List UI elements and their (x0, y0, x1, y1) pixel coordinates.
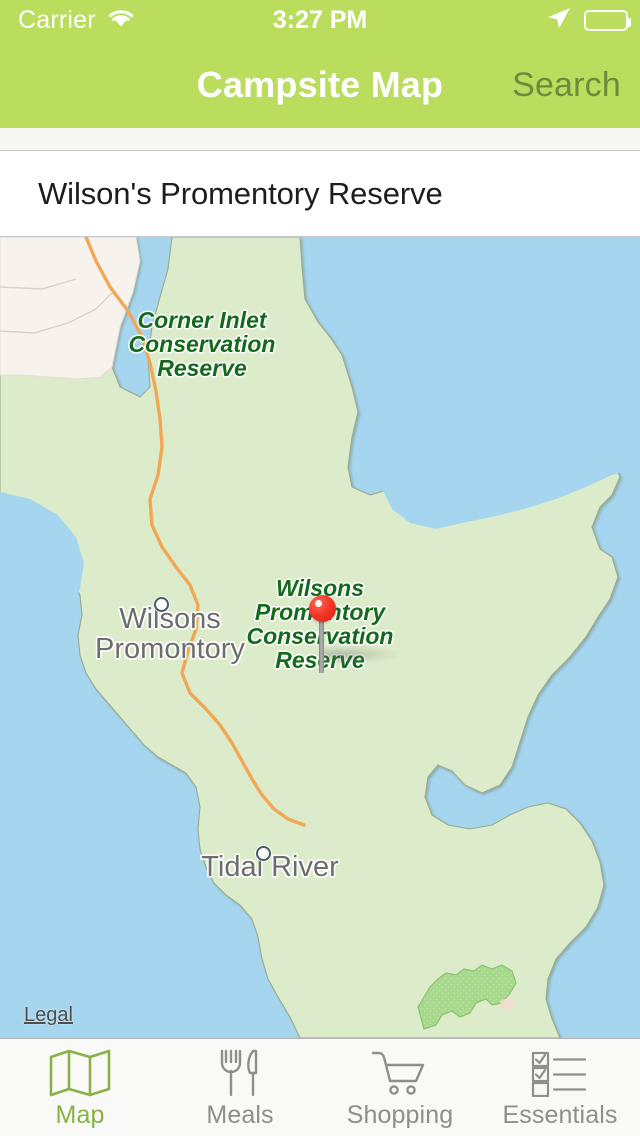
pin-head (309, 595, 336, 622)
wilsons-promontory-poi-marker[interactable] (154, 597, 169, 612)
campsite-map-pin[interactable] (303, 587, 407, 673)
tab-essentials[interactable]: Essentials (480, 1039, 640, 1136)
checklist-icon (529, 1048, 591, 1098)
tab-shopping-label: Shopping (346, 1101, 454, 1129)
place-name-row[interactable]: Wilson's Promentory Reserve (0, 150, 640, 237)
legal-link[interactable]: Legal (24, 1004, 73, 1027)
tab-map-label: Map (55, 1101, 105, 1129)
pin-needle (319, 617, 324, 673)
search-button[interactable]: Search (512, 66, 621, 105)
tidal-river-poi-marker[interactable] (256, 846, 271, 861)
navigation-bar: Campsite Map Search (0, 40, 640, 128)
subheader-spacer (0, 128, 640, 150)
app-screen: Carrier 3:27 PM Campsite Map Search Wils… (0, 0, 640, 1136)
battery-full-icon (584, 9, 631, 31)
tab-essentials-label: Essentials (502, 1101, 618, 1129)
tab-meals[interactable]: Meals (160, 1039, 320, 1136)
tab-shopping[interactable]: Shopping (320, 1039, 480, 1136)
folded-map-icon (49, 1048, 111, 1098)
status-bar-right (546, 0, 631, 40)
place-name-label: Wilson's Promentory Reserve (38, 175, 443, 211)
status-bar: Carrier 3:27 PM (0, 0, 640, 40)
shopping-cart-icon (370, 1048, 430, 1098)
map-view[interactable]: Corner Inlet Conservation Reserve Wilson… (0, 237, 640, 1038)
tab-meals-label: Meals (206, 1101, 274, 1129)
clock-label: 3:27 PM (272, 5, 368, 34)
tab-bar: Map Meals Shopping Essentials (0, 1038, 640, 1136)
fork-knife-icon (217, 1048, 263, 1098)
location-arrow-icon (546, 6, 572, 35)
tab-map[interactable]: Map (0, 1039, 160, 1136)
status-bar-center: 3:27 PM (0, 0, 640, 40)
